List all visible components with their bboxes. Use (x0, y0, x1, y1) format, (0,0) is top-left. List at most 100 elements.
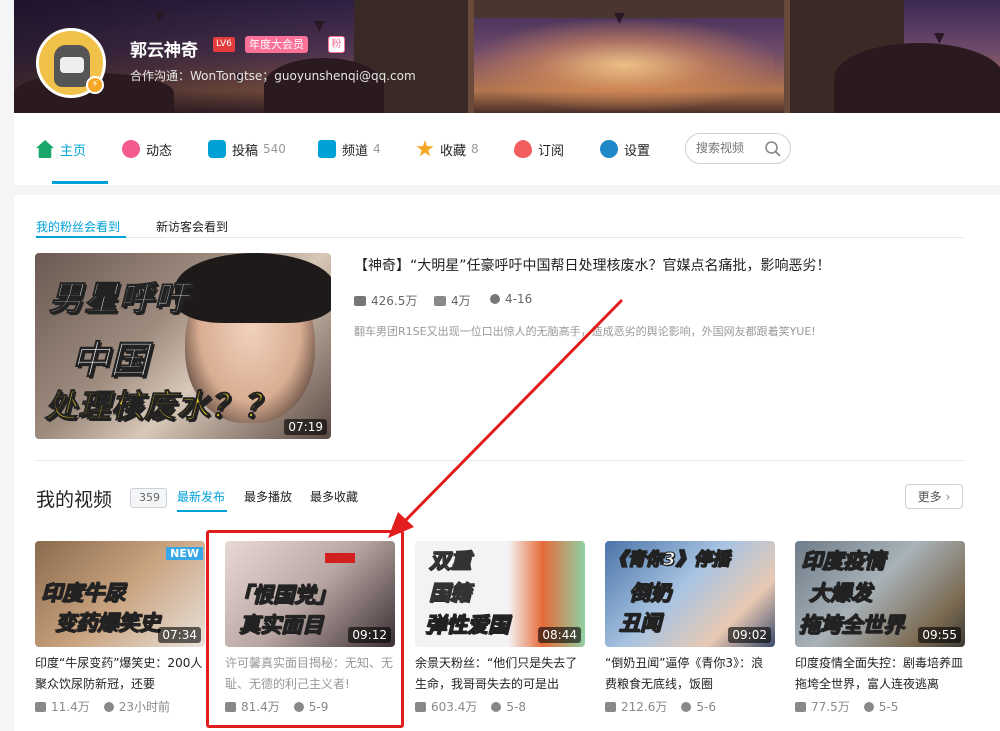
dynamic-icon (122, 140, 140, 158)
video-meta: 77.5万 5-5 (795, 698, 898, 715)
clock-icon (681, 701, 692, 712)
thumbnail-caption: 倒奶 (629, 581, 672, 606)
profile-nav: 主页 动态 投稿 540 频道 4 收藏 8 订阅 设置 (14, 113, 1000, 185)
video-meta: 212.6万 5-6 (605, 698, 716, 715)
play-icon (795, 701, 806, 712)
tab-visitor-view[interactable]: 新访客会看到 (156, 218, 228, 235)
video-title[interactable]: “倒奶丑闻”逼停《青你3》：浪费粮食无底线，饭圈 (605, 653, 775, 695)
tab-fans-view[interactable]: 我的粉丝会看到 (36, 218, 120, 235)
video-title[interactable]: 印度疫情全面失控：剧毒培养皿拖垮全世界，富人连夜逃离 (795, 653, 965, 695)
nav-item-channel[interactable]: 频道 4 (318, 139, 381, 159)
nav-item-home[interactable]: 主页 (36, 139, 86, 159)
featured-video-description: 翻车男团R1SE又出现一位口出惊人的无脑高手，造成恶劣的舆论影响，外国网友都跟着… (354, 325, 816, 338)
video-count-badge: 359 (130, 488, 167, 508)
nav-item-subscribe[interactable]: 订阅 (514, 139, 564, 159)
video-meta: 603.4万 5-8 (415, 698, 526, 715)
more-label: 更多 (917, 490, 942, 504)
tab-most-favorited[interactable]: 最多收藏 (310, 488, 358, 505)
video-duration: 07:19 (284, 419, 327, 435)
divider (36, 237, 964, 238)
heart-icon (514, 140, 532, 158)
video-duration: 07:34 (158, 627, 201, 643)
nav-label: 设置 (624, 143, 651, 159)
thumbnail-caption: 变药爆笑史 (55, 611, 161, 636)
video-duration: 09:02 (728, 627, 771, 643)
video-title[interactable]: 印度“牛尿变药”爆笑史：200人聚众饮尿防新冠，还要 (35, 653, 205, 695)
nav-active-underline (52, 181, 108, 184)
thumbnail-caption: 《青你3》停播 (609, 549, 731, 571)
video-card[interactable]: 双重 国籍 弹性爱国 08:44 余景天粉丝：“他们只是失去了生命，我哥哥失去的… (415, 541, 585, 731)
featured-video-title[interactable]: 【神奇】“大明星”任豪呼吁中国帮日处理核废水？官媒点名痛批，影响恶劣！ (354, 255, 831, 275)
tab-active-underline (177, 510, 227, 512)
nav-item-upload[interactable]: 投稿 540 (208, 139, 286, 159)
danmaku-icon (434, 295, 446, 306)
nav-count: 4 (373, 142, 381, 156)
play-count-value: 212.6万 (621, 700, 668, 714)
play-icon (415, 701, 426, 712)
main-content: 我的粉丝会看到 新访客会看到 男星呼吁 中国 处理核废水？？ 07:19 【神奇… (14, 195, 1000, 731)
video-card[interactable]: 印度牛尿 变药爆笑史 NEW 07:34 印度“牛尿变药”爆笑史：200人聚众饮… (35, 541, 205, 731)
publish-date-value: 5-8 (506, 699, 526, 714)
play-count: 426.5万 (354, 292, 417, 309)
video-card[interactable]: 《青你3》停播 倒奶 丑闻 09:02 “倒奶丑闻”逼停《青你3》：浪费粮食无底… (605, 541, 775, 731)
verified-badge-icon: ⚡ (86, 76, 104, 94)
section-title: 我的视频 (36, 489, 113, 511)
publish-date-value: 23小时前 (118, 700, 171, 714)
publish-date-value: 4-16 (505, 292, 533, 306)
clock-icon (490, 294, 500, 304)
video-thumbnail[interactable]: 双重 国籍 弹性爱国 08:44 (415, 541, 585, 647)
video-duration: 09:55 (918, 627, 961, 643)
nav-label: 频道 (342, 143, 369, 159)
nav-item-favorite[interactable]: 收藏 8 (416, 139, 479, 159)
video-thumbnail[interactable]: 《青你3》停播 倒奶 丑闻 09:02 (605, 541, 775, 647)
nav-item-dynamic[interactable]: 动态 (122, 139, 172, 159)
nav-label: 收藏 (440, 143, 467, 159)
nav-label: 主页 (60, 143, 87, 159)
fan-badge[interactable]: 粉 (328, 36, 345, 53)
search-input[interactable] (696, 141, 758, 155)
clock-icon (863, 701, 874, 712)
gear-icon (600, 140, 618, 158)
contact-info: 合作沟通：WonTongtse；guoyunshenqi@qq.com (130, 69, 416, 83)
tab-most-played[interactable]: 最多播放 (244, 488, 292, 505)
upload-icon (208, 140, 226, 158)
featured-video-thumbnail[interactable]: 男星呼吁 中国 处理核废水？？ 07:19 (35, 253, 331, 439)
danmaku-count: 4万 (434, 292, 471, 309)
nav-count: 8 (471, 142, 479, 156)
chevron-right-icon: › (945, 489, 951, 504)
thumbnail-caption: 处理核废水？？ (44, 387, 277, 426)
nav-count: 540 (263, 142, 286, 156)
vip-badge[interactable]: 年度大会员 (245, 36, 308, 53)
play-icon (605, 701, 616, 712)
play-icon (35, 701, 46, 712)
video-meta: 11.4万 23小时前 (35, 698, 170, 715)
video-card[interactable]: 印度疫情 大爆发 拖垮全世界 09:55 印度疫情全面失控：剧毒培养皿拖垮全世界… (795, 541, 965, 731)
clock-icon (491, 701, 502, 712)
tab-active-underline (36, 236, 126, 238)
publish-date-value: 5-5 (878, 699, 899, 714)
clock-icon (103, 701, 114, 712)
tab-latest[interactable]: 最新发布 (177, 488, 225, 505)
play-count-value: 426.5万 (371, 294, 418, 308)
highlight-box (206, 530, 404, 728)
more-button[interactable]: 更多 › (905, 484, 963, 509)
video-title[interactable]: 余景天粉丝：“他们只是失去了生命，我哥哥失去的可是出 (415, 653, 585, 695)
thumbnail-caption: 双重 (429, 549, 472, 574)
home-icon (36, 140, 54, 158)
video-thumbnail[interactable]: 印度疫情 大爆发 拖垮全世界 09:55 (795, 541, 965, 647)
play-count-value: 11.4万 (51, 700, 90, 714)
level-badge: LV6 (213, 37, 235, 52)
divider (36, 460, 964, 461)
video-thumbnail[interactable]: 印度牛尿 变药爆笑史 NEW 07:34 (35, 541, 205, 647)
thumbnail-caption: 印度疫情 (801, 549, 886, 574)
thumbnail-caption: 国籍 (429, 581, 472, 606)
search-box[interactable] (685, 133, 791, 164)
thumbnail-caption: 大爆发 (809, 581, 873, 606)
danmaku-count-value: 4万 (451, 294, 471, 308)
thumbnail-caption: 弹性爱国 (425, 613, 510, 638)
search-icon[interactable] (764, 140, 782, 158)
favorite-icon (416, 140, 434, 157)
thumbnail-caption: 中国 (70, 338, 150, 383)
nav-item-settings[interactable]: 设置 (600, 139, 650, 159)
user-name: 郭云神奇 (130, 41, 198, 61)
